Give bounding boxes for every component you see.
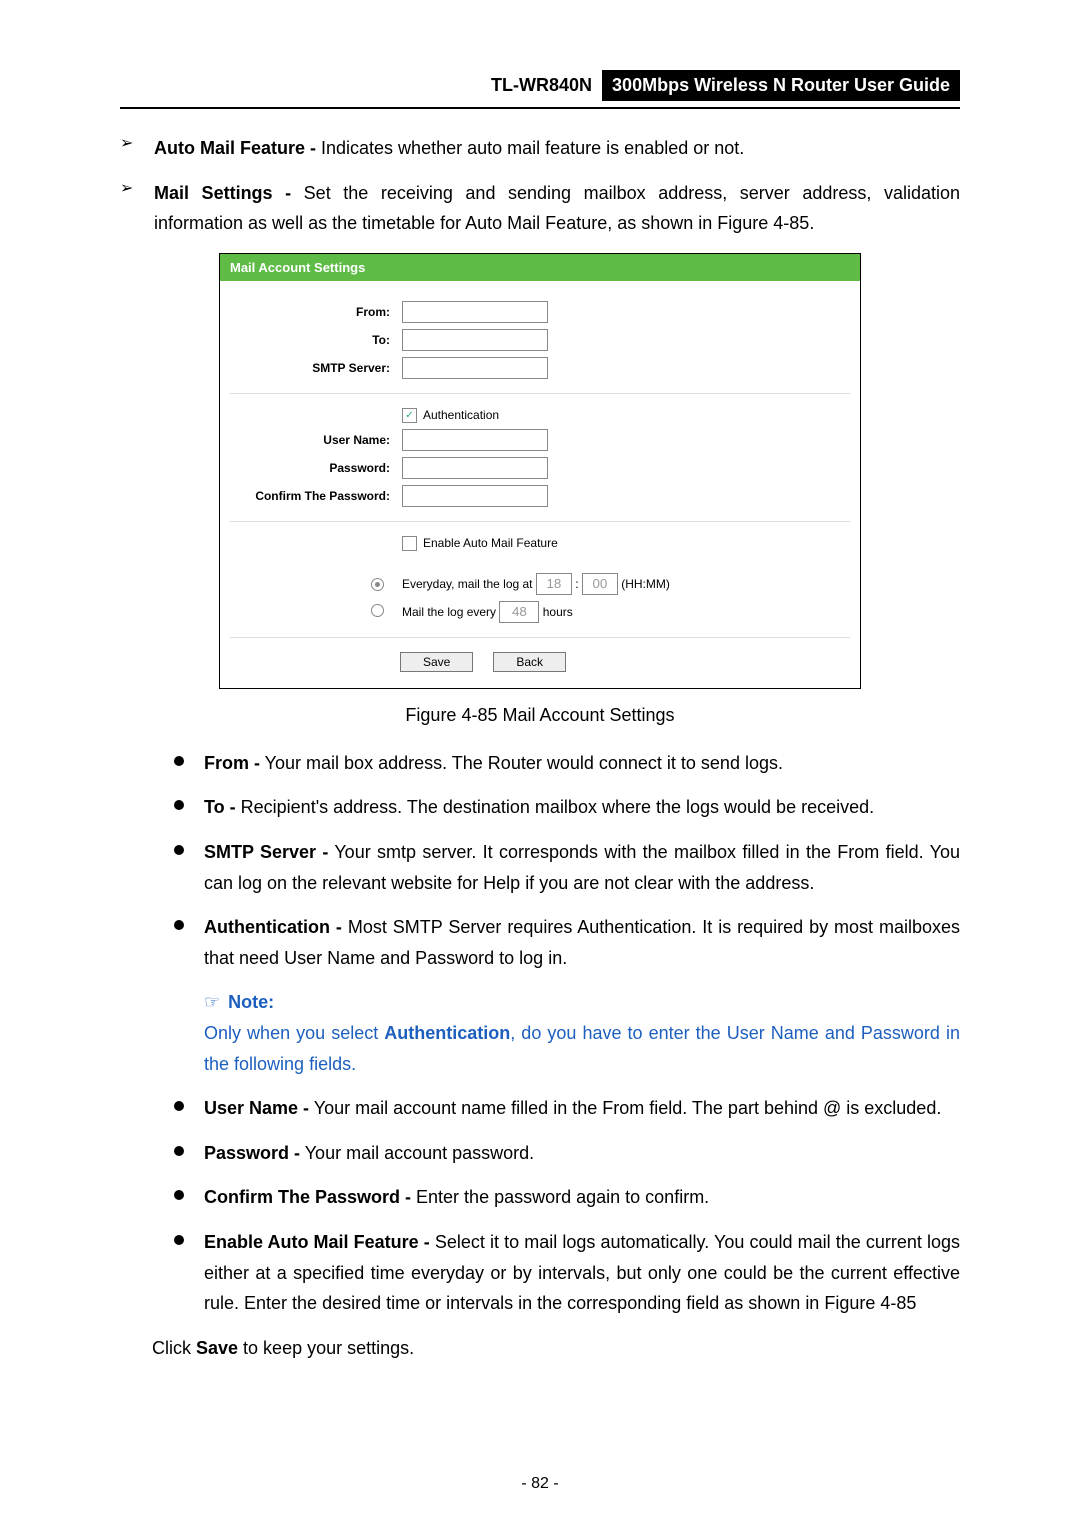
def-auth: Authentication - Most SMTP Server requir…	[174, 912, 960, 973]
header-rule	[120, 107, 960, 109]
figure-mail-account-settings: Mail Account Settings From: To: SMTP Ser…	[219, 253, 861, 689]
label-enable: Enable Auto Mail Feature	[423, 536, 558, 550]
def-enable: Enable Auto Mail Feature - Select it to …	[174, 1227, 960, 1319]
bullet-icon	[174, 1101, 184, 1111]
label-smtp: SMTP Server:	[230, 361, 402, 375]
bullet-icon	[174, 845, 184, 855]
label-auth: Authentication	[423, 408, 499, 422]
to-input[interactable]	[402, 329, 548, 351]
guide-title: 300Mbps Wireless N Router User Guide	[602, 70, 960, 101]
bullet-icon	[174, 1146, 184, 1156]
interval-input[interactable]	[499, 601, 539, 623]
def-pass: Password - Your mail account password.	[174, 1138, 960, 1169]
label-conf: Confirm The Password:	[230, 489, 402, 503]
smtp-input[interactable]	[402, 357, 548, 379]
def-user: User Name - Your mail account name fille…	[174, 1093, 960, 1124]
label-daily-a: Everyday, mail the log at	[402, 577, 533, 591]
bullet-icon	[174, 920, 184, 930]
page-header: TL-WR840N 300Mbps Wireless N Router User…	[120, 70, 960, 101]
label-daily-b: (HH:MM)	[621, 577, 670, 591]
note-icon: ☞	[204, 992, 220, 1012]
interval-radio[interactable]	[371, 604, 384, 617]
note-heading: Note:	[228, 992, 274, 1012]
note-block: ☞Note: Only when you select Authenticati…	[204, 987, 960, 1079]
label-user: User Name:	[230, 433, 402, 447]
arrow-icon: ➢	[120, 178, 154, 239]
arrow-icon: ➢	[120, 133, 154, 164]
bullet-auto-mail-feature: ➢ Auto Mail Feature - Indicates whether …	[120, 133, 960, 164]
closing-line: Click Save to keep your settings.	[152, 1333, 960, 1364]
model-label: TL-WR840N	[491, 75, 592, 96]
bullet-icon	[174, 1190, 184, 1200]
confirm-password-input[interactable]	[402, 485, 548, 507]
page-number: - 82 -	[0, 1475, 1080, 1493]
auth-checkbox[interactable]: ✓	[402, 408, 417, 423]
def-to: To - Recipient's address. The destinatio…	[174, 792, 960, 823]
def-from: From - Your mail box address. The Router…	[174, 748, 960, 779]
def-conf: Confirm The Password - Enter the passwor…	[174, 1182, 960, 1213]
hour-input[interactable]	[536, 573, 572, 595]
back-button[interactable]: Back	[493, 652, 566, 672]
label-pass: Password:	[230, 461, 402, 475]
label-to: To:	[230, 333, 402, 347]
figure-titlebar: Mail Account Settings	[220, 254, 860, 281]
from-input[interactable]	[402, 301, 548, 323]
label-intv-b: hours	[543, 605, 573, 619]
save-button[interactable]: Save	[400, 652, 473, 672]
bullet-mail-settings: ➢ Mail Settings - Set the receiving and …	[120, 178, 960, 239]
password-input[interactable]	[402, 457, 548, 479]
daily-radio[interactable]	[371, 578, 384, 591]
bullet-icon	[174, 1235, 184, 1245]
figure-caption: Figure 4-85 Mail Account Settings	[120, 705, 960, 726]
bullet-icon	[174, 800, 184, 810]
def-smtp: SMTP Server - Your smtp server. It corre…	[174, 837, 960, 898]
bullet-icon	[174, 756, 184, 766]
minute-input[interactable]	[582, 573, 618, 595]
label-from: From:	[230, 305, 402, 319]
enable-automail-checkbox[interactable]	[402, 536, 417, 551]
label-intv-a: Mail the log every	[402, 605, 496, 619]
username-input[interactable]	[402, 429, 548, 451]
